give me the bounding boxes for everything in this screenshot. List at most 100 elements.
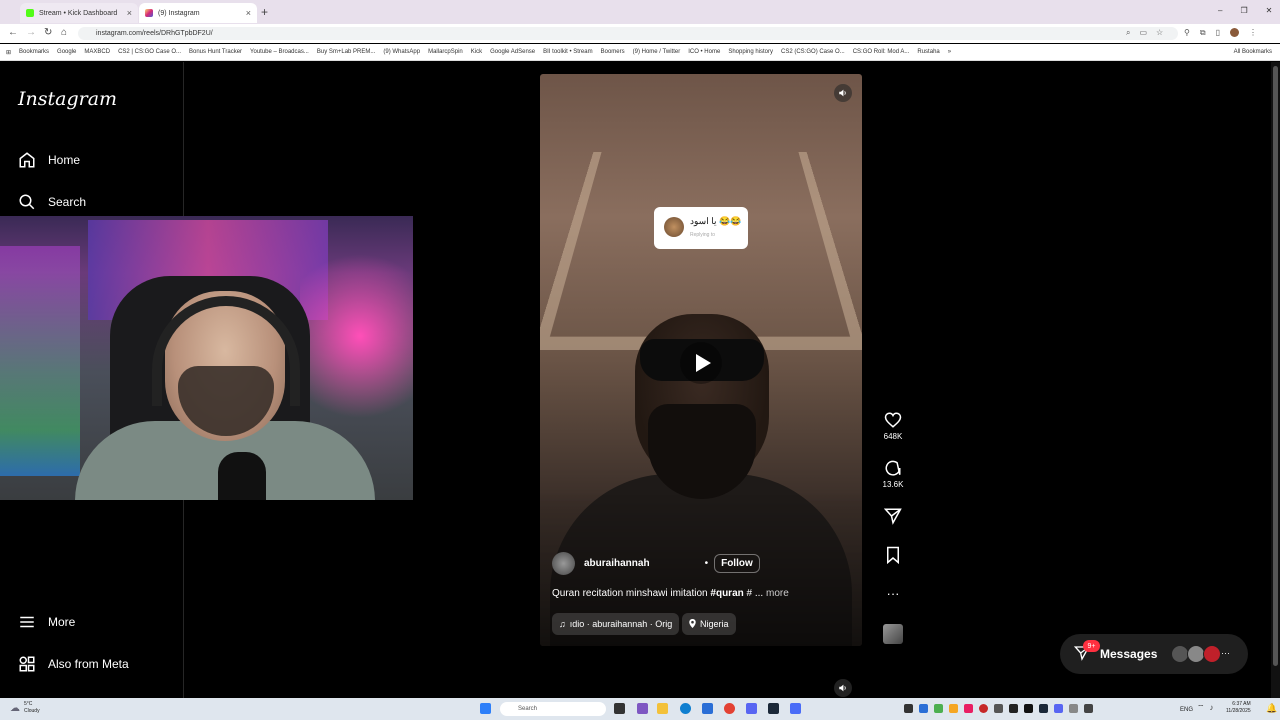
steam-icon[interactable] [768,703,779,714]
caption-hashtag[interactable]: #quran [710,588,743,599]
tab-instagram[interactable]: (9) Instagram × [139,3,257,23]
reel-video[interactable]: يا اسود 😂😂 Replying to aburaihannah • Fo… [540,74,862,646]
language-indicator[interactable]: ENG [1180,707,1193,713]
bookmark-item[interactable]: MAXBCD [84,49,110,55]
bookmark-item[interactable]: Youtube – Broadcas... [250,49,309,55]
tray-icon[interactable] [904,704,913,713]
chrome-icon[interactable] [724,703,735,714]
comment-reply-label: Replying to [690,232,716,238]
volume-icon[interactable] [834,679,852,697]
zoom-icon[interactable]: ⌕ [1126,28,1130,38]
bookmark-item[interactable]: Google AdSense [490,49,535,55]
sidebar-item-more[interactable]: More [18,610,75,634]
bookmark-item[interactable]: (9) WhatsApp [383,49,420,55]
bookmark-item[interactable]: (9) Home / Twitter [633,49,681,55]
extension-icon[interactable]: ⚲ [1184,28,1190,38]
tray-icon[interactable] [1024,704,1033,713]
apps-grid-icon[interactable]: ⊞ [6,49,11,56]
audio-chip[interactable]: ♫ ıdio · aburaihannah · Orig [552,613,680,635]
reload-icon[interactable]: ↻ [44,27,52,38]
caption-more-link[interactable]: more [766,588,789,599]
minimize-button[interactable]: – [1218,6,1222,15]
bookmark-item[interactable]: BII toolkit • Stream [543,49,592,55]
audio-thumbnail[interactable] [883,624,903,644]
bookmark-item[interactable]: Shopping history [728,49,773,55]
tray-icon[interactable] [1039,704,1048,713]
tray-icon[interactable] [964,704,973,713]
tray-icon[interactable] [934,704,943,713]
bookmark-item[interactable]: Bookmarks [19,49,49,55]
follow-button[interactable]: Follow [714,553,760,573]
share-button[interactable] [880,507,906,528]
bookmark-item[interactable]: MallarcpSpin [428,49,463,55]
tray-icon[interactable] [919,704,928,713]
url-bar[interactable]: instagram.com/reels/DRhGTpbDF2U/ [78,27,1178,40]
bookmark-item[interactable]: Bonus Hunt Tracker [189,49,242,55]
new-tab-button[interactable]: + [261,5,268,19]
file-explorer-icon[interactable] [657,703,668,714]
avatar[interactable] [552,551,575,575]
close-tab-icon[interactable]: × [127,8,132,18]
sidebar-item-home[interactable]: Home [18,148,80,172]
sidepanel-icon[interactable]: ▯ [1216,28,1220,38]
tray-icon[interactable] [994,704,1003,713]
windows-start-icon[interactable] [480,703,491,714]
bookmark-item[interactable]: ICO • Home [688,49,720,55]
tray-icon[interactable] [1084,704,1093,713]
quick-settings[interactable]: ⌔ ♪ [1197,703,1214,713]
like-button[interactable]: 648K [880,411,906,441]
scrollbar-thumb[interactable] [1273,66,1278,666]
more-options-icon[interactable]: ··· [880,586,906,601]
tray-icon[interactable] [979,704,988,713]
reel-caption[interactable]: Quran recitation minshawi imitation #qur… [552,588,789,599]
app-icon[interactable] [790,703,801,714]
kebab-menu-icon[interactable]: ⋮ [1249,28,1257,38]
forward-icon[interactable]: → [26,27,36,38]
comment-button[interactable]: 13.6K [880,459,906,489]
tray-icon[interactable] [1054,704,1063,713]
extensions-puzzle-icon[interactable]: ⧉ [1200,28,1206,38]
notification-bell-icon[interactable]: 🔔 [1266,703,1277,714]
location-chip[interactable]: Nigeria [682,613,736,635]
back-icon[interactable]: ← [8,27,18,38]
tray-icon[interactable] [949,704,958,713]
task-view-icon[interactable] [614,703,625,714]
bookmark-item[interactable]: Rustaha [917,49,939,55]
play-icon[interactable] [680,342,722,384]
weather-widget[interactable]: ☁ 5°C Cloudy [10,701,40,715]
bookmark-item[interactable]: CS:GO Roll: Mod A... [853,49,910,55]
clock[interactable]: 6:37 AM 11/28/2025 [1226,701,1251,715]
volume-icon[interactable] [834,84,852,102]
audio-label: ıdio · aburaihannah · Orig [569,619,673,629]
star-icon[interactable]: ☆ [1156,28,1163,38]
bookmark-item[interactable]: Buy Sm+Lab PREM... [317,49,376,55]
bookmarks-overflow-icon[interactable]: » [948,49,951,55]
bookmark-item[interactable]: CS2 | CS:GO Case O... [118,49,181,55]
home-browser-icon[interactable]: ⌂ [61,27,67,38]
close-tab-icon[interactable]: × [246,8,251,18]
messages-more-icon[interactable]: ··· [1221,648,1230,658]
tray-icon[interactable] [1009,704,1018,713]
profile-avatar-icon[interactable] [1229,28,1239,37]
sidebar-item-search[interactable]: Search [18,190,86,214]
edge-icon[interactable] [680,703,691,714]
bookmark-item[interactable]: Google [57,49,76,55]
taskbar-search[interactable]: Search [500,702,606,716]
discord-icon[interactable] [746,703,757,714]
cast-icon[interactable]: ▭ [1139,28,1147,38]
tab-kick-dashboard[interactable]: Stream • Kick Dashboard × [20,3,138,23]
app-icon[interactable] [702,703,713,714]
author-username[interactable]: aburaihannah [584,558,650,569]
sidebar-item-also-from-meta[interactable]: Also from Meta [18,652,129,676]
bookmark-item[interactable]: Boomers [601,49,625,55]
save-button[interactable] [880,546,906,567]
all-bookmarks[interactable]: All Bookmarks [1234,49,1272,55]
caption-text: Quran recitation minshawi imitation [552,588,711,599]
app-icon[interactable] [637,703,648,714]
bookmark-item[interactable]: CS2 (CS:GO) Case O... [781,49,845,55]
tray-icon[interactable] [1069,704,1078,713]
bookmark-item[interactable]: Kick [471,49,482,55]
instagram-logo[interactable]: Instagram [18,88,117,110]
maximize-button[interactable]: ❐ [1240,6,1247,15]
close-window-button[interactable]: ✕ [1266,6,1273,15]
